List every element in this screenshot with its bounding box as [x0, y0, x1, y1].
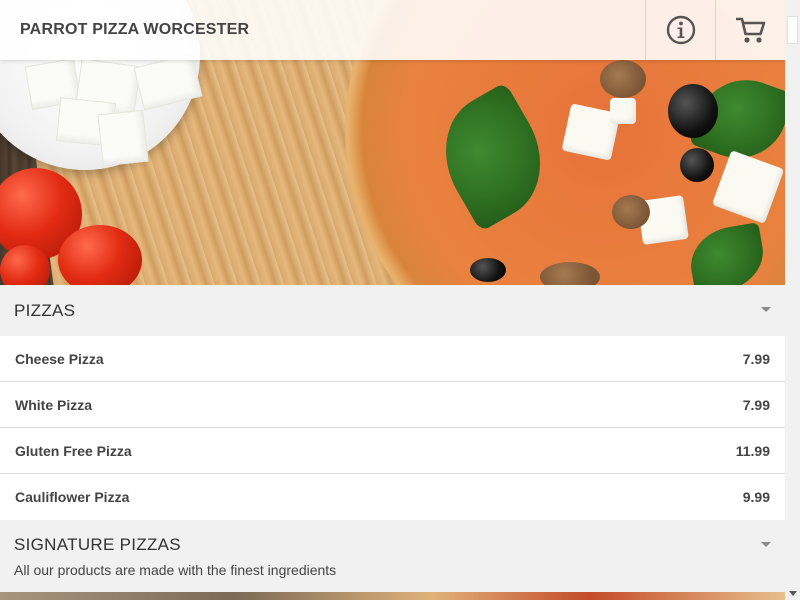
feta-cube [610, 98, 636, 124]
mushroom [540, 262, 600, 285]
scrollbar[interactable] [785, 0, 800, 600]
item-price: 7.99 [742, 396, 770, 413]
item-price: 9.99 [742, 489, 770, 505]
section-title: PIZZAS [14, 301, 76, 320]
cheese-cube [97, 109, 149, 167]
section-header-pizzas[interactable]: PIZZAS [0, 285, 785, 336]
mushroom [600, 60, 646, 98]
top-header: PARROT PIZZA WORCESTER [0, 0, 785, 60]
menu-item[interactable]: Gluten Free Pizza 11.99 [0, 428, 785, 474]
olive [668, 84, 718, 138]
mushroom [612, 195, 650, 229]
section-subtitle: All our products are made with the fines… [14, 562, 337, 578]
info-icon [666, 15, 695, 45]
cart-icon [735, 17, 765, 43]
section-image [0, 592, 785, 600]
scrollbar-thumb[interactable] [787, 16, 798, 44]
chevron-down-icon[interactable] [761, 542, 771, 547]
chevron-down-icon[interactable] [761, 307, 771, 312]
info-button[interactable] [645, 0, 715, 60]
menu-item[interactable]: Cheese Pizza 7.99 [0, 336, 785, 382]
olive [680, 148, 714, 182]
item-price: 7.99 [742, 350, 770, 367]
item-name: Gluten Free Pizza [15, 442, 132, 459]
scroll-down-arrow[interactable] [789, 591, 797, 596]
menu-item[interactable]: Cauliflower Pizza 9.99 [0, 474, 785, 520]
item-name: Cheese Pizza [15, 350, 104, 367]
tomato [58, 225, 142, 285]
restaurant-name: PARROT PIZZA WORCESTER [20, 21, 250, 38]
cart-button[interactable] [715, 0, 785, 60]
item-price: 11.99 [735, 442, 770, 459]
section-header-signature-pizzas[interactable]: SIGNATURE PIZZAS All our products are ma… [0, 520, 785, 592]
item-name: White Pizza [15, 396, 93, 413]
item-name: Cauliflower Pizza [15, 489, 130, 505]
olive [470, 258, 506, 282]
menu-item[interactable]: White Pizza 7.99 [0, 382, 785, 428]
section-title: SIGNATURE PIZZAS [14, 535, 181, 554]
